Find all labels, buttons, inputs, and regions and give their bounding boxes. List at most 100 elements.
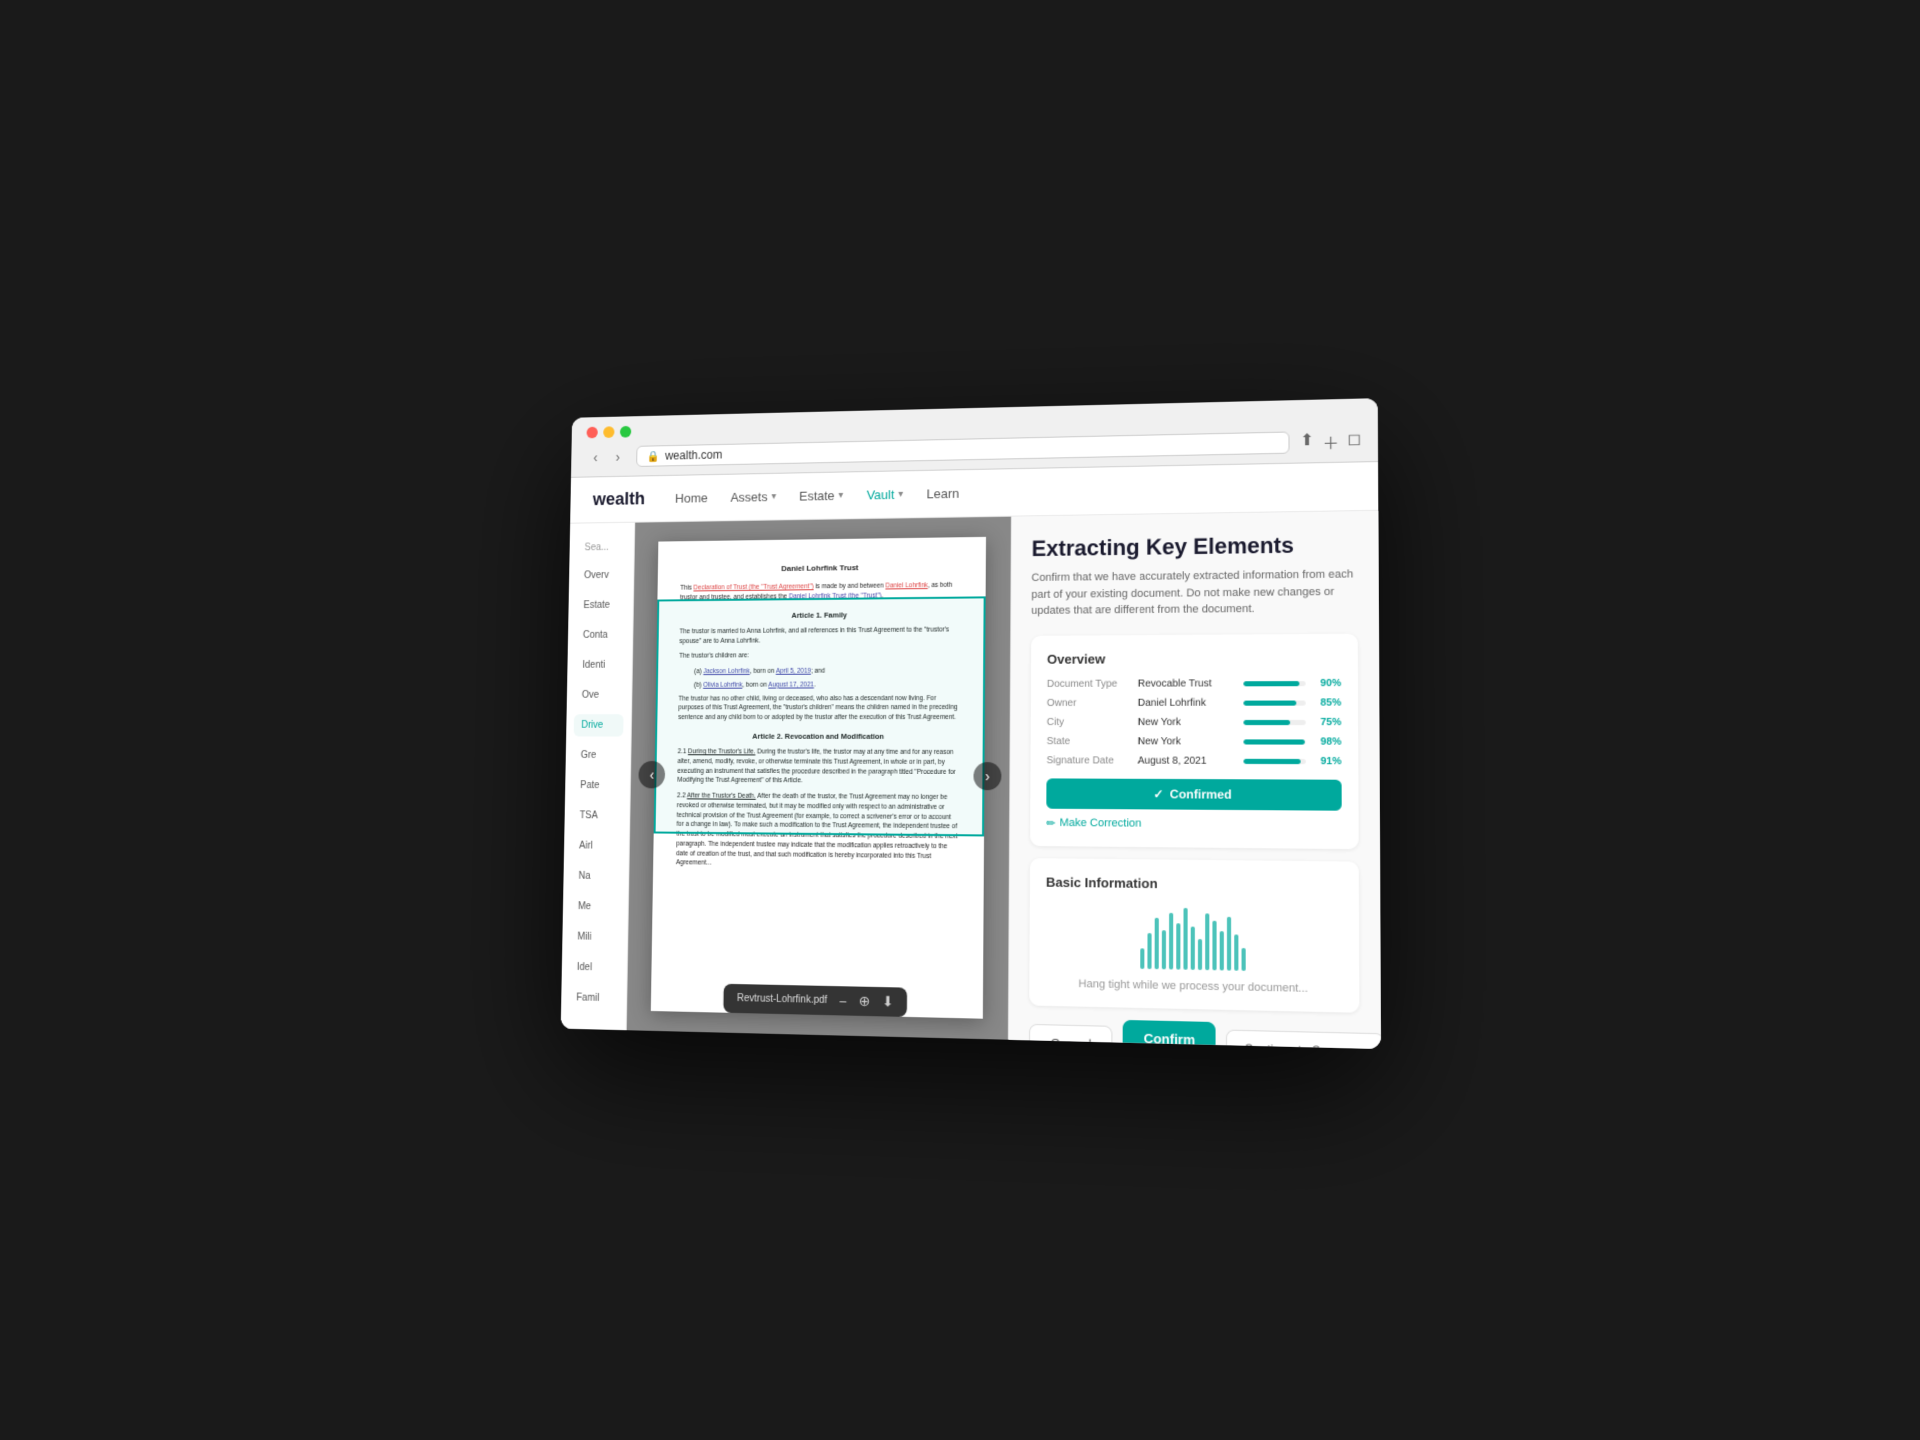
pdf-article2-2: 2.2 After the Trustor's Death. After the… xyxy=(676,791,961,871)
back-button[interactable]: ‹ xyxy=(586,447,605,466)
nav-home[interactable]: Home xyxy=(675,490,708,505)
main-layout: Sea... Overv Estate Conta Identi Ove Dri… xyxy=(561,510,1381,1048)
pdf-intro-text: This Declaration of Trust (the "Trust Ag… xyxy=(680,580,962,602)
sidebar-item-gre[interactable]: Gre xyxy=(573,744,623,767)
pdf-children-intro: The trustor's children are: xyxy=(679,650,961,661)
waveform-bar xyxy=(1183,907,1187,969)
confirmed-label: Confirmed xyxy=(1170,786,1232,801)
state-bar-fill xyxy=(1243,738,1304,743)
waveform-bar xyxy=(1197,938,1201,969)
sidebar-item-identi[interactable]: Identi xyxy=(575,654,625,676)
nav-home-label: Home xyxy=(675,490,708,505)
city-confidence: 75% xyxy=(1243,716,1341,727)
doc-type-confidence: 90% xyxy=(1243,677,1341,689)
overview-row-city: City New York 75% xyxy=(1047,716,1342,727)
state-confidence: 98% xyxy=(1243,735,1341,746)
sidebar-item-idel[interactable]: Idel xyxy=(569,955,619,979)
doc-type-label: Document Type xyxy=(1047,678,1138,689)
forward-button[interactable]: › xyxy=(608,447,627,467)
sidebar-item-drive[interactable]: Drive xyxy=(574,714,624,736)
sidebar-search[interactable]: Sea... xyxy=(577,538,627,557)
sidebar-item-tsa[interactable]: TSA xyxy=(572,804,622,827)
waveform-bar xyxy=(1219,930,1223,969)
lock-icon: 🔒 xyxy=(647,449,660,462)
cancel-button[interactable]: Cancel xyxy=(1029,1023,1113,1048)
state-bar-bg xyxy=(1243,738,1305,743)
nav-buttons: ‹ › xyxy=(586,447,627,467)
nav-links: Home Assets ▾ Estate ▾ Vault ▾ Learn xyxy=(675,485,959,505)
pdf-viewer: ‹ Daniel Lohrfink Trust This Declaration… xyxy=(627,516,1011,1039)
make-correction-label: Make Correction xyxy=(1060,816,1142,829)
waveform-bar xyxy=(1205,912,1209,969)
maximize-button[interactable] xyxy=(620,425,631,437)
sidebar-item-estate[interactable]: Estate xyxy=(576,594,626,617)
sidebar-item-famil[interactable]: Famil xyxy=(569,986,619,1010)
pdf-zoom-in-button[interactable]: ⊕ xyxy=(859,992,871,1009)
sidebar-item-mili[interactable]: Mili xyxy=(570,925,620,948)
pdf-toolbar: Revtrust-Lohrfink.pdf − ⊕ ⬇ xyxy=(723,983,907,1016)
panel-title: Extracting Key Elements xyxy=(1032,531,1358,562)
address-bar[interactable]: 🔒 wealth.com xyxy=(636,431,1290,466)
pdf-download-button[interactable]: ⬇ xyxy=(882,993,894,1010)
nav-assets-label: Assets xyxy=(730,489,767,504)
pdf-article1-title: Article 1. Family xyxy=(680,608,962,621)
pdf-article2-title: Article 2. Revocation and Modification xyxy=(678,730,961,741)
confirm-all-button[interactable]: Confirm All xyxy=(1123,1019,1216,1049)
new-tab-icon[interactable]: ＋ xyxy=(1322,429,1339,454)
nav-vault[interactable]: Vault ▾ xyxy=(867,486,904,501)
city-pct: 75% xyxy=(1312,716,1341,727)
estate-chevron-icon: ▾ xyxy=(838,490,843,501)
make-correction-link[interactable]: ✏ Make Correction xyxy=(1046,816,1342,832)
sidebar-item-ove[interactable]: Ove xyxy=(574,684,624,706)
nav-learn[interactable]: Learn xyxy=(927,485,960,500)
owner-value: Daniel Lohrfink xyxy=(1138,697,1244,708)
sig-date-value: August 8, 2021 xyxy=(1138,754,1244,766)
sig-date-label: Signature Date xyxy=(1047,754,1138,765)
waveform-bar xyxy=(1212,920,1216,970)
pdf-next-button[interactable]: › xyxy=(973,762,1001,790)
app-logo: wealth xyxy=(593,488,646,509)
sidebar-item-me[interactable]: Me xyxy=(570,895,620,918)
share-icon[interactable]: ⬆ xyxy=(1300,429,1314,454)
basic-info-card: Basic Information Hang tight while we pr… xyxy=(1029,857,1359,1012)
pdf-april-date: April 5, 2019 xyxy=(776,667,811,674)
waveform-bar xyxy=(1169,912,1173,969)
pdf-zoom-out-button[interactable]: − xyxy=(839,992,847,1008)
nav-learn-label: Learn xyxy=(927,485,960,500)
waveform-bar xyxy=(1176,922,1180,968)
overview-row-doc-type: Document Type Revocable Trust 90% xyxy=(1047,677,1341,689)
pdf-child-b: (b) Olivia Lohrfink, born on August 17, … xyxy=(679,679,962,689)
pdf-prev-button[interactable]: ‹ xyxy=(638,760,665,787)
sidebar-item-airl[interactable]: Airl xyxy=(571,834,621,857)
nav-vault-label: Vault xyxy=(867,487,895,502)
pdf-highlight-trust: Daniel Lohrfink Trust (the "Trust") xyxy=(789,592,882,600)
nav-estate[interactable]: Estate ▾ xyxy=(799,488,843,503)
overview-section-title: Overview xyxy=(1047,649,1341,666)
waveform-bar xyxy=(1140,947,1144,968)
continue-summary-button[interactable]: Continue to Summary xyxy=(1226,1029,1381,1049)
close-button[interactable] xyxy=(587,426,598,438)
right-panel: Confidence Level Extracting Key Elements… xyxy=(1008,510,1381,1048)
state-value: New York xyxy=(1138,735,1244,746)
owner-bar-fill xyxy=(1243,700,1296,705)
waveform-bar xyxy=(1161,929,1165,968)
pdf-filename: Revtrust-Lohrfink.pdf xyxy=(737,993,827,1006)
confirmed-button[interactable]: ✓ Confirmed xyxy=(1046,777,1341,809)
sidebar-item-overv[interactable]: Overv xyxy=(576,564,626,587)
nav-assets[interactable]: Assets ▾ xyxy=(730,489,776,504)
waveform-bar xyxy=(1234,933,1238,969)
pdf-jackson-highlight: Jackson Lohrfink xyxy=(703,668,750,675)
pdf-after-death-heading: After the Trustor's Death. xyxy=(687,792,756,799)
pdf-highlight-daniel: Daniel Lohrfink xyxy=(885,582,927,589)
toolbar-actions: ⬆ ＋ ◻ xyxy=(1300,428,1361,454)
sidebar-item-na[interactable]: Na xyxy=(571,864,621,887)
extensions-icon[interactable]: ◻ xyxy=(1347,428,1361,453)
panel-subtitle: Confirm that we have accurately extracte… xyxy=(1031,566,1358,619)
waveform xyxy=(1046,905,1343,972)
pdf-august-date: August 17, 2021 xyxy=(768,681,814,688)
sidebar-item-conta[interactable]: Conta xyxy=(575,624,625,647)
sidebar-item-pate[interactable]: Pate xyxy=(573,774,623,797)
waveform-bar xyxy=(1190,926,1194,969)
overview-row-state: State New York 98% xyxy=(1047,735,1342,747)
minimize-button[interactable] xyxy=(603,426,614,438)
